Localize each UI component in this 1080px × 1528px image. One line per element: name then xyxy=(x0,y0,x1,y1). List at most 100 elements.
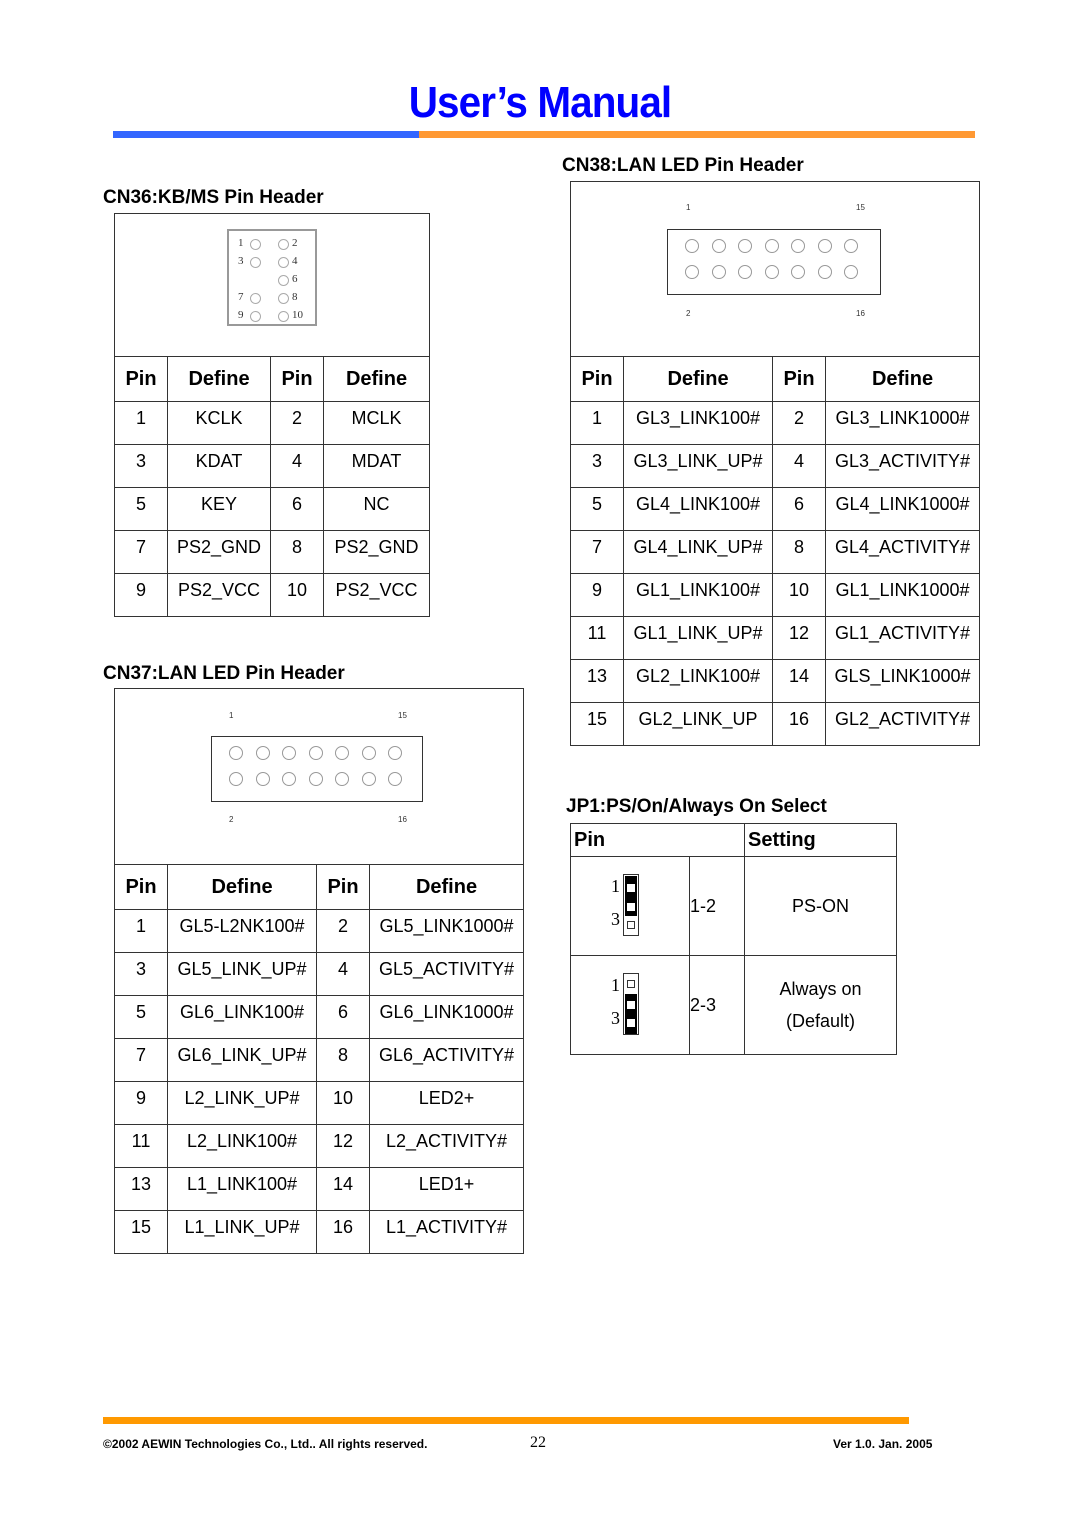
pin-number: 3 xyxy=(114,444,168,488)
pin-number: 3 xyxy=(570,444,624,488)
pin-hole-icon xyxy=(229,772,243,786)
pin-number: 9 xyxy=(570,573,624,617)
pin-define: GL4_LINK100# xyxy=(623,487,773,531)
cn36-diagram-frame: 1 2 3 4 6 7 8 9 10 xyxy=(114,213,430,357)
col-header-pin: Pin xyxy=(316,864,370,910)
jumper-frame xyxy=(623,874,639,936)
setting-default-text: (Default) xyxy=(785,1011,856,1031)
table-row: 5 GL4_LINK100# 6 GL4_LINK1000# xyxy=(570,487,980,531)
cn37-title: CN37:LAN LED Pin Header xyxy=(103,663,345,684)
pin-define: GL5_ACTIVITY# xyxy=(369,952,524,996)
title-divider-blue xyxy=(113,131,419,138)
page-title: User’s Manual xyxy=(408,78,672,127)
pin-define: NC xyxy=(323,487,430,531)
pin-label: 9 xyxy=(238,309,244,321)
cn38-label-top-left: 1 xyxy=(686,203,691,212)
pin-define: GL4_ACTIVITY# xyxy=(825,530,980,574)
pin-hole-icon xyxy=(388,772,402,786)
col-header-pin: Pin xyxy=(114,356,168,402)
cn37-label-top-right: 15 xyxy=(398,711,407,720)
pin-define: GL3_LINK1000# xyxy=(825,401,980,445)
pin-number: 16 xyxy=(316,1210,370,1254)
pin-number: 7 xyxy=(570,530,624,574)
table-row: 1 3 2-3 Always on (Default) xyxy=(570,955,897,1055)
pin-number: 14 xyxy=(772,659,826,703)
pin-number: 13 xyxy=(114,1167,168,1211)
pin-number: 5 xyxy=(114,995,168,1039)
table-row: 11 L2_LINK100# 12 L2_ACTIVITY# xyxy=(114,1124,524,1168)
pin-define: L1_LINK100# xyxy=(167,1167,317,1211)
table-row: 7 GL6_LINK_UP# 8 GL6_ACTIVITY# xyxy=(114,1038,524,1082)
table-row: 9 PS2_VCC 10 PS2_VCC xyxy=(114,573,430,617)
pin-hole-icon xyxy=(278,275,289,286)
pin-define: GL1_ACTIVITY# xyxy=(825,616,980,660)
cn37-diagram-frame: 1 15 2 16 xyxy=(114,688,524,865)
table-row: 13 GL2_LINK100# 14 GLS_LINK1000# xyxy=(570,659,980,703)
pin-define: L1_ACTIVITY# xyxy=(369,1210,524,1254)
table-row: 5 GL6_LINK100# 6 GL6_LINK1000# xyxy=(114,995,524,1039)
pin-hole-icon xyxy=(738,265,752,279)
pin-define: GL6_LINK100# xyxy=(167,995,317,1039)
col-header-pin: Pin xyxy=(114,864,168,910)
jp1-title: JP1:PS/On/Always On Select xyxy=(566,796,827,817)
jumper-pin xyxy=(627,1001,635,1009)
pin-define: MCLK xyxy=(323,401,430,445)
table-header-row: Pin Define Pin Define xyxy=(114,864,524,910)
col-header-define: Define xyxy=(167,864,317,910)
pin-hole-icon xyxy=(388,746,402,760)
pin-hole-icon xyxy=(335,746,349,760)
pin-define: GL1_LINK_UP# xyxy=(623,616,773,660)
cn38-diagram-frame: 1 15 2 16 xyxy=(570,181,980,357)
pin-hole-icon xyxy=(844,239,858,253)
table-row: 11 GL1_LINK_UP# 12 GL1_ACTIVITY# xyxy=(570,616,980,660)
pin-hole-icon xyxy=(764,239,779,253)
pin-define: GL2_LINK100# xyxy=(623,659,773,703)
pin-define: GL3_LINK100# xyxy=(623,401,773,445)
cn38-label-bottom-left: 2 xyxy=(686,309,691,318)
pin-define: KDAT xyxy=(167,444,271,488)
jumper-setting: Always on (Default) xyxy=(744,955,897,1055)
pin-number: 15 xyxy=(570,702,624,746)
pin-hole-icon xyxy=(250,311,261,322)
pin-define: GL4_LINK_UP# xyxy=(623,530,773,574)
jumper-pins: 1-2 xyxy=(689,856,745,956)
pin-hole-icon xyxy=(282,772,296,786)
col-header-pin: Pin xyxy=(570,823,745,857)
title-divider-orange xyxy=(419,131,975,138)
footer-divider xyxy=(103,1417,909,1424)
jumper-setting: PS-ON xyxy=(744,856,897,956)
pin-define: GL6_LINK1000# xyxy=(369,995,524,1039)
pin-hole-icon xyxy=(817,239,832,253)
pin-hole-icon xyxy=(335,772,349,786)
pin-hole-icon xyxy=(278,239,289,250)
pin-number: 1 xyxy=(114,909,168,953)
cn37-label-bottom-left: 2 xyxy=(229,815,234,824)
footer-version: Ver 1.0. Jan. 2005 xyxy=(833,1437,933,1451)
col-header-pin: Pin xyxy=(570,356,624,402)
pin-hole-icon xyxy=(250,257,261,268)
pin-define: GL5_LINK_UP# xyxy=(167,952,317,996)
pin-number: 1 xyxy=(114,401,168,445)
pin-hole-icon xyxy=(817,265,832,279)
pin-hole-icon xyxy=(229,746,243,760)
table-row: 3 GL5_LINK_UP# 4 GL5_ACTIVITY# xyxy=(114,952,524,996)
footer-copyright: ©2002 AEWIN Technologies Co., Ltd.. All … xyxy=(103,1437,428,1451)
pin-hole-icon xyxy=(308,772,323,786)
pin-number: 2 xyxy=(270,401,324,445)
pin-number: 6 xyxy=(316,995,370,1039)
pin-number: 6 xyxy=(270,487,324,531)
pin-number: 6 xyxy=(772,487,826,531)
pin-number: 2 xyxy=(316,909,370,953)
pin-hole-icon xyxy=(282,746,296,760)
pin-define: L2_LINK100# xyxy=(167,1124,317,1168)
jumper-1-2-icon: 1 3 xyxy=(611,874,641,938)
cn37-connector-diagram xyxy=(211,736,423,802)
pin-number: 7 xyxy=(114,530,168,574)
pin-define: KCLK xyxy=(167,401,271,445)
pin-hole-icon xyxy=(361,746,376,760)
col-header-define: Define xyxy=(167,356,271,402)
pin-hole-icon xyxy=(255,746,270,760)
pin-define: GL6_LINK_UP# xyxy=(167,1038,317,1082)
pin-number: 1 xyxy=(570,401,624,445)
pin-number: 11 xyxy=(114,1124,168,1168)
